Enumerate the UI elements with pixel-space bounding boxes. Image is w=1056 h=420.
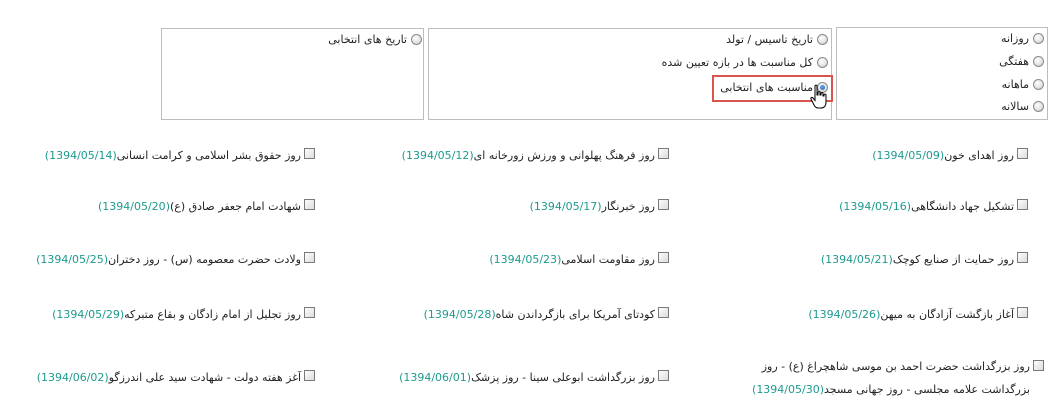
occasion-checkbox[interactable] [304, 252, 315, 263]
occasion-date: (1394/05/16) [839, 200, 912, 213]
occasion-item[interactable]: کودتای آمریکا برای بازگرداندن شاه(1394/0… [424, 305, 669, 325]
occasion-name: ولادت حضرت معصومه (س) - روز دختران [108, 253, 301, 266]
occasion-item[interactable]: ولادت حضرت معصومه (س) - روز دختران(1394/… [36, 250, 315, 270]
radio-custom-dates[interactable]: تاریخ های انتخابی [328, 33, 422, 46]
occasion-date: (1394/05/17) [529, 200, 602, 213]
occasion-item[interactable]: روز خبرنگار(1394/05/17) [530, 197, 669, 217]
radio-button[interactable] [817, 34, 828, 45]
occasion-date: (1394/05/14) [44, 149, 117, 162]
radio-weekly[interactable]: هفتگی [999, 55, 1044, 68]
radio-yearly[interactable]: سالانه [1001, 100, 1044, 113]
radio-founding-birth-date[interactable]: تاریخ تاسیس / تولد [726, 33, 828, 46]
radio-button[interactable] [1033, 33, 1044, 44]
occasion-item[interactable]: آغز هفته دولت - شهادت سید علی اندرزگو(13… [37, 368, 315, 388]
radio-button[interactable] [817, 57, 828, 68]
occasion-date: (1394/05/26) [808, 308, 881, 321]
occasion-checkbox[interactable] [1017, 148, 1028, 159]
occasion-date: (1394/05/09) [872, 149, 945, 162]
occasion-date: (1394/05/21) [820, 253, 893, 266]
occasion-item[interactable]: روز بزرگداشت حضرت احمد بن موسی شاهچراغ (… [730, 358, 1044, 401]
occasion-item[interactable]: روز اهدای خون(1394/05/09) [872, 146, 1028, 166]
occasion-checkbox[interactable] [304, 370, 315, 381]
occasion-item[interactable]: روز فرهنگ پهلوانی و ورزش زورخانه ای(1394… [402, 146, 669, 166]
occasion-date: (1394/05/12) [401, 149, 474, 162]
occasion-name: روز فرهنگ پهلوانی و ورزش زورخانه ای [473, 149, 655, 162]
radio-button[interactable] [1033, 101, 1044, 112]
occasion-name: شهادت امام جعفر صادق (ع) [169, 200, 301, 213]
radio-label: تاریخ های انتخابی [328, 33, 407, 46]
occasion-name: روز بزرگداشت ابوعلی سینا - روز پزشک [471, 371, 655, 384]
occasion-checkbox[interactable] [658, 199, 669, 210]
occasion-date: (1394/05/25) [36, 253, 109, 266]
occasion-date: (1394/05/20) [97, 200, 170, 213]
occasion-item[interactable]: تشکیل جهاد دانشگاهی(1394/05/16) [839, 197, 1028, 217]
occasion-date: (1394/06/01) [399, 371, 472, 384]
occasion-checkbox[interactable] [304, 307, 315, 318]
radio-monthly[interactable]: ماهانه [1002, 78, 1044, 91]
occasion-date: (1394/05/30) [752, 383, 825, 396]
occasion-name: کودتای آمریکا برای بازگرداندن شاه [495, 308, 655, 321]
occasion-name: آغز هفته دولت - شهادت سید علی اندرزگو [108, 371, 301, 384]
occasion-date: (1394/05/29) [52, 308, 125, 321]
occasion-checkbox[interactable] [1017, 307, 1028, 318]
occasion-name: روز تجلیل از امام زادگان و بقاع متبرکه [124, 308, 301, 321]
radio-label: روزانه [1001, 32, 1029, 45]
occasion-checkbox[interactable] [658, 148, 669, 159]
occasion-item[interactable]: روز حقوق بشر اسلامی و کرامت انسانی(1394/… [45, 146, 315, 166]
occasion-item[interactable]: روز بزرگداشت ابوعلی سینا - روز پزشک(1394… [399, 368, 669, 388]
occasion-checkbox[interactable] [1033, 360, 1044, 371]
occasion-date: (1394/06/02) [36, 371, 109, 384]
hand-pointer-cursor-icon [810, 84, 827, 109]
occasion-checkbox[interactable] [304, 199, 315, 210]
occasion-item[interactable]: روز مقاومت اسلامی(1394/05/23) [489, 250, 669, 270]
occasion-checkbox[interactable] [304, 148, 315, 159]
radio-label: هفتگی [999, 55, 1029, 68]
occasion-name: تشکیل جهاد دانشگاهی [911, 200, 1014, 213]
radio-button[interactable] [1033, 56, 1044, 67]
occasion-item[interactable]: آغاز بازگشت آزادگان به میهن(1394/05/26) [808, 305, 1028, 325]
occasion-name: آغاز بازگشت آزادگان به میهن [880, 308, 1014, 321]
occasion-name: روز حمایت از صنایع کوچک [892, 253, 1014, 266]
occasion-checkbox[interactable] [658, 252, 669, 263]
occasion-name: روز اهدای خون [944, 149, 1014, 162]
radio-label: سالانه [1001, 100, 1029, 113]
occasion-item[interactable]: روز تجلیل از امام زادگان و بقاع متبرکه(1… [52, 305, 315, 325]
occasion-checkbox[interactable] [1017, 199, 1028, 210]
occasion-name: روز خبرنگار [601, 200, 655, 213]
occasion-date: (1394/05/28) [423, 308, 496, 321]
radio-label: ماهانه [1001, 78, 1029, 91]
occasion-item[interactable]: شهادت امام جعفر صادق (ع)(1394/05/20) [98, 197, 315, 217]
radio-button[interactable] [411, 34, 422, 45]
occasion-date: (1394/05/23) [489, 253, 562, 266]
occasion-checkbox[interactable] [658, 370, 669, 381]
radio-daily[interactable]: روزانه [1001, 32, 1044, 45]
occasion-name: روز مقاومت اسلامی [561, 253, 655, 266]
occasion-item[interactable]: روز حمایت از صنایع کوچک(1394/05/21) [821, 250, 1028, 270]
radio-button[interactable] [1033, 79, 1044, 90]
occasion-checkbox[interactable] [1017, 252, 1028, 263]
occasion-name: روز حقوق بشر اسلامی و کرامت انسانی [116, 149, 301, 162]
occasion-checkbox[interactable] [658, 307, 669, 318]
radio-all-occasions-in-range[interactable]: کل مناسبت ها در بازه تعیین شده [662, 56, 828, 69]
radio-label: کل مناسبت ها در بازه تعیین شده [661, 56, 813, 69]
radio-label: مناسبت های انتخابی [720, 81, 813, 94]
radio-label: تاریخ تاسیس / تولد [726, 33, 813, 46]
